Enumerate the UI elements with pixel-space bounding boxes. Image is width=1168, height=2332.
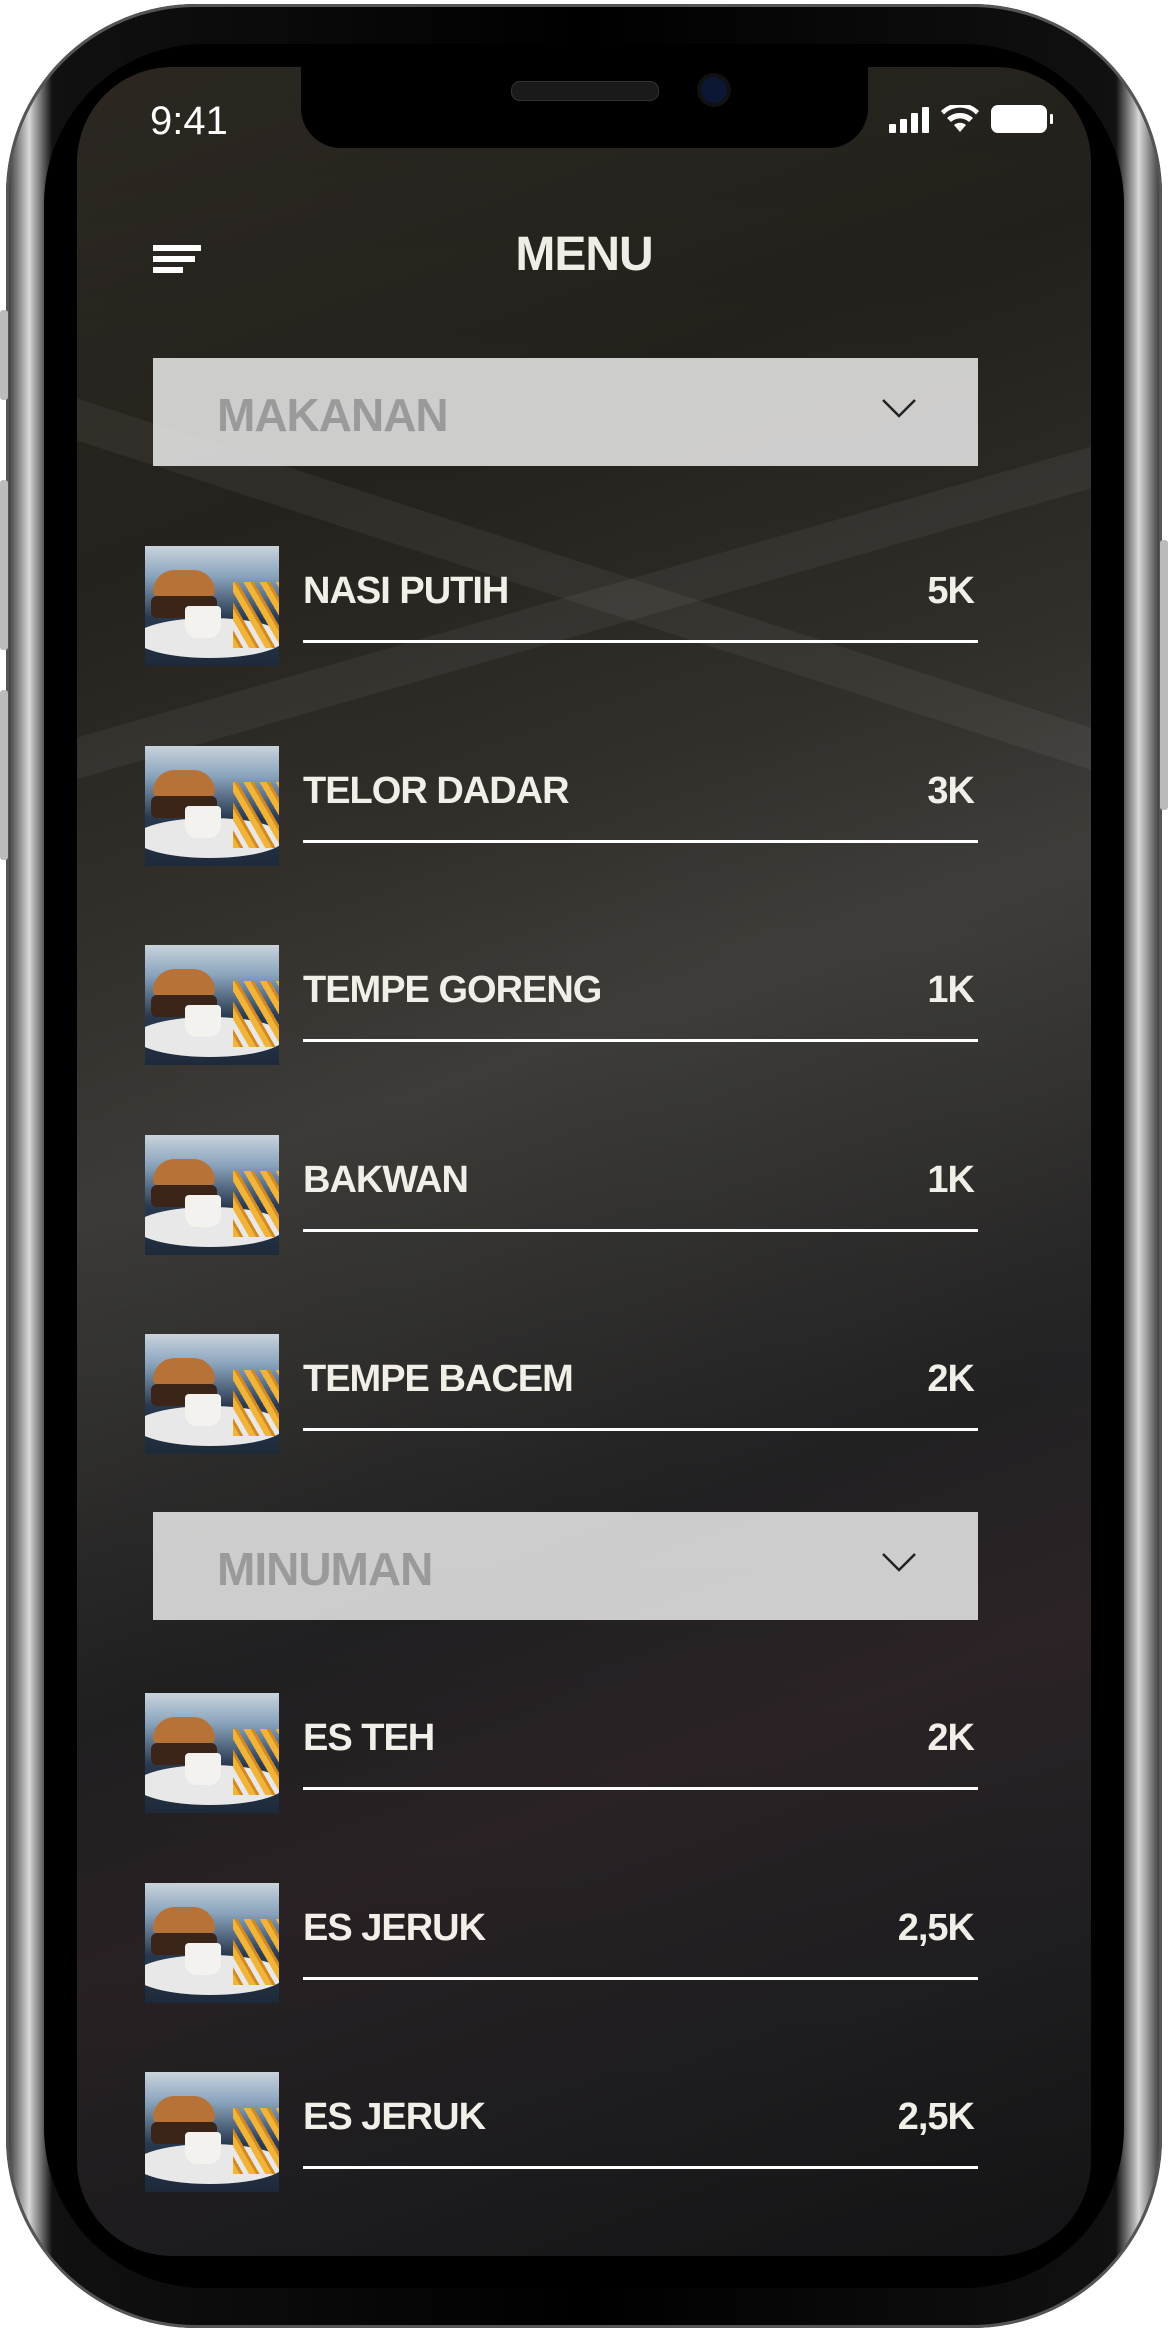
camera [701,77,727,103]
battery-icon [991,105,1053,133]
menu-item[interactable]: TEMPE BACEM 2K [145,1334,978,1454]
menu-item[interactable]: NASI PUTIH 5K [145,546,978,666]
speaker [511,81,659,101]
menu-item[interactable]: ES JERUK 2,5K [145,2072,978,2192]
dropdown-label: MAKANAN [217,389,449,441]
item-name: TELOR DADAR [303,770,570,812]
food-thumbnail [145,546,279,666]
menu-item[interactable]: TELOR DADAR 3K [145,746,978,866]
chevron-down-icon [882,1553,916,1572]
divider [303,1039,978,1042]
divider [303,640,978,643]
item-price: 2K [927,1717,975,1759]
item-name: TEMPE GORENG [303,969,602,1011]
divider [303,1428,978,1431]
menu-item[interactable]: ES JERUK 2,5K [145,1883,978,2003]
item-name: TEMPE BACEM [303,1358,574,1400]
signal-icon [889,107,929,133]
notch [301,67,868,148]
food-thumbnail [145,746,279,866]
app-screen: 9:41 MENU MAKANAN NASI PUTIH 5K TELOR DA… [77,67,1091,2256]
divider [303,840,978,843]
item-price: 2,5K [897,1907,975,1949]
wifi-icon [941,105,979,132]
item-price: 2K [927,1358,975,1400]
menu-item[interactable]: ES TEH 2K [145,1693,978,1813]
menu-item[interactable]: TEMPE GORENG 1K [145,945,978,1065]
food-thumbnail [145,1135,279,1255]
chevron-down-icon [882,399,916,418]
item-name: ES JERUK [303,2096,486,2138]
mute-switch [0,310,8,400]
item-name: ES TEH [303,1717,435,1759]
status-icons [889,105,1053,133]
category-dropdown-minuman[interactable]: MINUMAN [153,1512,978,1620]
divider [303,1229,978,1232]
volume-down-button [0,690,8,860]
volume-up-button [0,480,8,650]
page-title: MENU [515,228,653,281]
power-button [1160,540,1168,810]
status-time: 9:41 [150,99,228,143]
item-price: 3K [927,770,975,812]
divider [303,1977,978,1980]
category-dropdown-makanan[interactable]: MAKANAN [153,358,978,466]
item-price: 5K [927,570,975,612]
item-price: 2,5K [897,2096,975,2138]
divider [303,1787,978,1790]
divider [303,2166,978,2169]
item-price: 1K [927,1159,975,1201]
item-price: 1K [927,969,975,1011]
drink-thumbnail [145,1883,279,2003]
dropdown-label: MINUMAN [217,1543,433,1595]
drink-thumbnail [145,2072,279,2192]
item-name: NASI PUTIH [303,570,509,612]
menu-item[interactable]: BAKWAN 1K [145,1135,978,1255]
item-name: ES JERUK [303,1907,486,1949]
drink-thumbnail [145,1693,279,1813]
item-name: BAKWAN [303,1159,469,1201]
food-thumbnail [145,1334,279,1454]
food-thumbnail [145,945,279,1065]
